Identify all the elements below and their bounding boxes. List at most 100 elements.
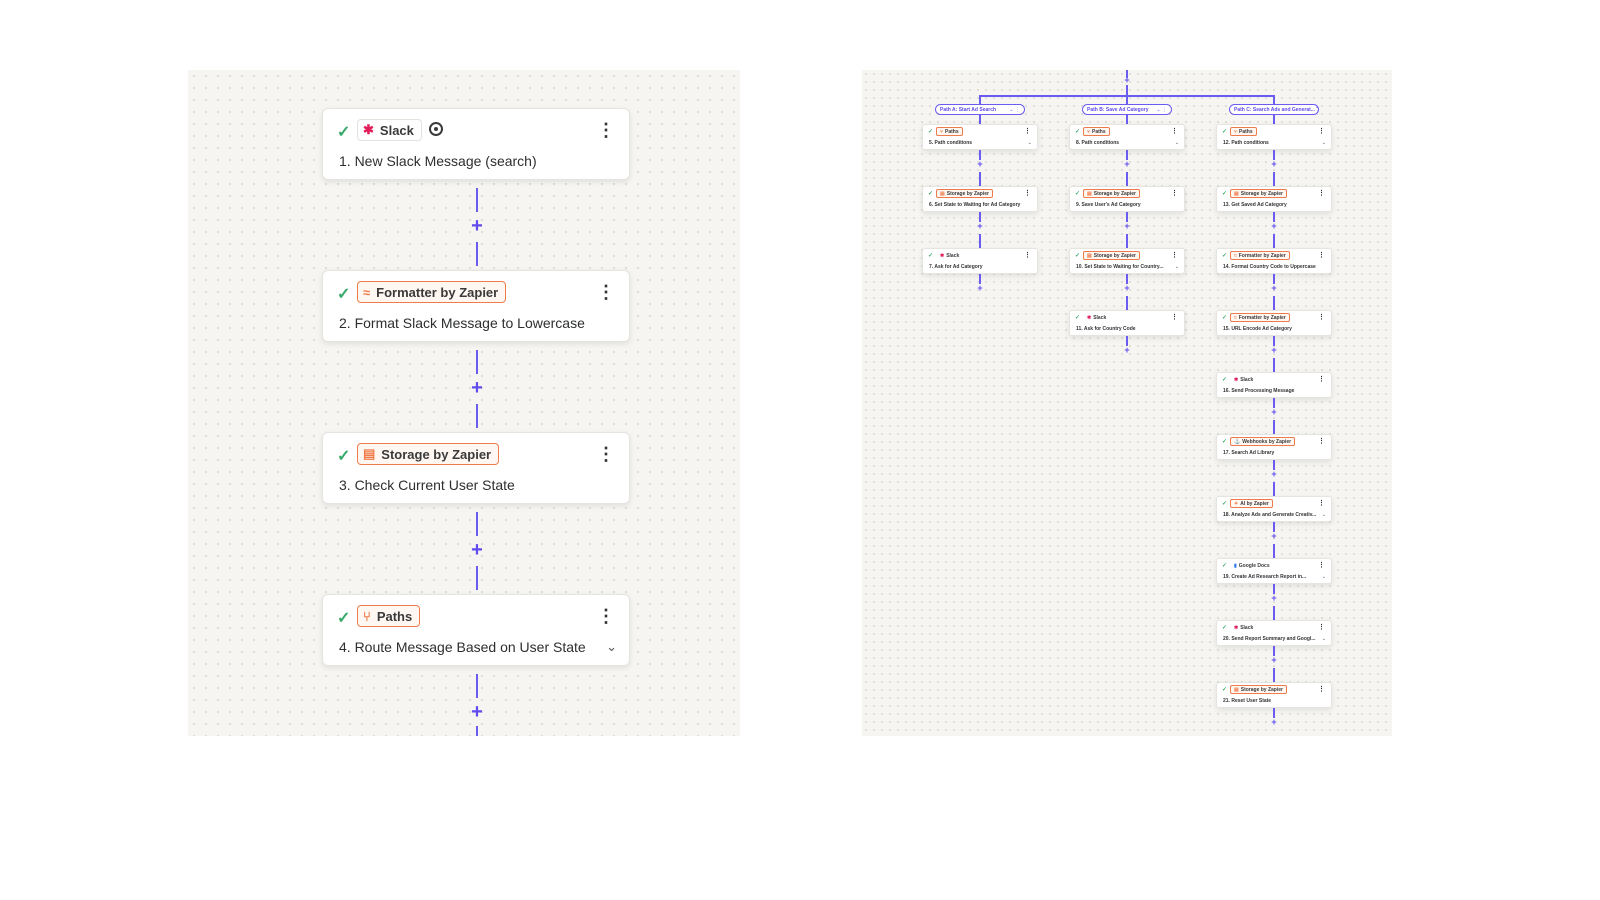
step-menu-button[interactable]: ⋮ [1318,314,1325,321]
step-card-15-url-encode-ad-category[interactable]: ✓ ≈ Formatter by Zapier ⋮ 15. URL Encode Ad … [1216,310,1332,336]
step-menu-button[interactable]: ⋮ [1318,252,1325,259]
app-name: Slack [1240,376,1254,383]
step-card-5-path-conditions[interactable]: ✓ ⑂ Paths ⋮ 5. Path conditions ⌄ [922,124,1038,150]
path-pill-controls[interactable]: ⌄ ⋮ [1009,107,1020,113]
chevron-down-icon[interactable]: ⌄ [606,639,617,655]
step-title: 19. Create Ad Research Report in... [1223,574,1307,580]
add-step-button[interactable]: + [1122,346,1132,355]
connector-line [1126,95,1128,104]
step-card-8-path-conditions[interactable]: ✓ ⑂ Paths ⋮ 8. Path conditions ⌄ [1069,124,1185,150]
connector-line [1273,420,1275,434]
chevron-down-icon[interactable]: ⌄ [1175,140,1179,146]
step-title: 12. Path conditions [1223,140,1269,146]
trigger-icon[interactable] [429,122,443,136]
step-menu-button[interactable]: ⋮ [1318,500,1325,507]
chevron-down-icon[interactable]: ⌄ [1175,264,1179,270]
step-card-6-set-state-to-waiting-for-ad-category[interactable]: ✓ ▤ Storage by Zapier ⋮ 6. Set State to Wait… [922,186,1038,212]
step-menu-button[interactable]: ⋮ [1171,252,1178,259]
step-menu-button[interactable]: ⋮ [1318,438,1325,445]
step-menu-button[interactable]: ⋮ [1318,376,1325,383]
add-step-button[interactable]: + [466,216,488,236]
connector-line [1273,95,1275,104]
chevron-down-icon[interactable]: ⌄ [1322,574,1326,580]
add-step-button[interactable]: + [1269,470,1279,479]
add-step-button[interactable]: + [1122,284,1132,293]
step-card-7-ask-for-ad-category[interactable]: ✓ ✱ Slack ⋮ 7. Ask for Ad Category [922,248,1038,274]
add-step-button[interactable]: + [975,160,985,169]
add-step-button[interactable]: + [1269,532,1279,541]
step-menu-button[interactable]: ⋮ [597,445,615,463]
check-icon: ✓ [337,286,351,303]
step-menu-button[interactable]: ⋮ [1024,252,1031,259]
app-badge-ai-by-zapier: ✦ AI by Zapier [1230,499,1273,508]
step-card-1[interactable]: ✓ ✱ Slack ⋮ 1. New Slack Message (search… [322,108,630,180]
path-pill-controls[interactable]: ⌄ ⋮ [1156,107,1167,113]
add-step-button[interactable]: + [975,222,985,231]
step-menu-button[interactable]: ⋮ [1318,128,1325,135]
step-menu-button[interactable]: ⋮ [1318,624,1325,631]
path-pill-controls[interactable]: ⌄ ⋮ [1315,104,1320,116]
app-name: Paths [1092,128,1106,135]
step-card-20-send-report-summary-and-googl[interactable]: ✓ ✱ Slack ⋮ 20. Send Report Summary and Goog… [1216,620,1332,646]
connector-line [1126,234,1128,248]
chevron-down-icon[interactable]: ⌄ [1322,512,1326,518]
add-step-button[interactable]: + [1269,594,1279,603]
zoomed-workflow-canvas[interactable]: + + + + ✓ ✱ Slack ⋮ 1. New Slack Message… [188,70,740,736]
add-step-button[interactable]: + [466,378,488,398]
step-card-21-reset-user-state[interactable]: ✓ ▤ Storage by Zapier ⋮ 21. Reset User State [1216,682,1332,708]
add-step-button[interactable]: + [1269,656,1279,665]
step-card-13-get-saved-ad-category[interactable]: ✓ ▤ Storage by Zapier ⋮ 13. Get Saved Ad Cat… [1216,186,1332,212]
chevron-down-icon[interactable]: ⌄ [1322,140,1326,146]
add-step-button[interactable]: + [1122,76,1132,85]
add-step-button[interactable]: + [1122,160,1132,169]
step-card-14-format-country-code-to-uppercase[interactable]: ✓ ≈ Formatter by Zapier ⋮ 14. Format Country… [1216,248,1332,274]
check-icon: ✓ [1222,563,1228,569]
step-menu-button[interactable]: ⋮ [1024,190,1031,197]
step-card-12-path-conditions[interactable]: ✓ ⑂ Paths ⋮ 12. Path conditions ⌄ [1216,124,1332,150]
path-pill-3[interactable]: Path C: Search Ads and Generat... ⌄ ⋮ [1229,104,1320,116]
check-icon: ✓ [928,253,934,259]
add-step-button[interactable]: + [1269,408,1279,417]
step-menu-button[interactable]: ⋮ [1318,562,1325,569]
step-menu-button[interactable]: ⋮ [1318,686,1325,693]
step-card-4[interactable]: ✓ ⑂ Paths ⋮ 4. Route Message Based on Us… [322,594,630,666]
connector-line [1273,172,1275,186]
add-step-button[interactable]: + [1122,222,1132,231]
step-card-16-send-processing-message[interactable]: ✓ ✱ Slack ⋮ 16. Send Processing Message [1216,372,1332,398]
add-step-button[interactable]: + [1269,284,1279,293]
step-card-10-set-state-to-waiting-for-country[interactable]: ✓ ▤ Storage by Zapier ⋮ 10. Set State to Wai… [1069,248,1185,274]
step-card-2[interactable]: ✓ ≈ Formatter by Zapier ⋮ 2. Format Slac… [322,270,630,342]
app-badge-storage: ▤ Storage by Zapier [357,443,500,465]
step-menu-button[interactable]: ⋮ [1171,314,1178,321]
add-step-button[interactable]: + [1269,346,1279,355]
step-menu-button[interactable]: ⋮ [597,283,615,301]
step-card-9-save-user-s-ad-category[interactable]: ✓ ▤ Storage by Zapier ⋮ 9. Save User's Ad Ca… [1069,186,1185,212]
chevron-down-icon[interactable]: ⌄ [1028,140,1032,146]
step-card-3[interactable]: ✓ ▤ Storage by Zapier ⋮ 3. Check Current… [322,432,630,504]
app-name: Slack [379,122,414,138]
overview-workflow-canvas[interactable]: + Path A: Start Ad Search ⌄ ⋮ ✓ ⑂ Paths ⋮ 5. Pa… [862,70,1392,736]
add-step-button[interactable]: + [1269,718,1279,727]
step-card-17-search-ad-library[interactable]: ✓ ⚓ Webhooks by Zapier ⋮ 17. Search Ad Libra… [1216,434,1332,460]
step-menu-button[interactable]: ⋮ [597,607,615,625]
check-icon: ✓ [1222,687,1228,693]
app-badge-paths: ⑂ Paths [1230,127,1257,136]
add-step-button[interactable]: + [1269,222,1279,231]
step-menu-button[interactable]: ⋮ [1171,128,1178,135]
add-step-button[interactable]: + [1269,160,1279,169]
connector-line [476,512,478,536]
step-card-11-ask-for-country-code[interactable]: ✓ ✱ Slack ⋮ 11. Ask for Country Code [1069,310,1185,336]
add-step-button[interactable]: + [975,284,985,293]
step-menu-button[interactable]: ⋮ [1171,190,1178,197]
step-card-18-analyze-ads-and-generate-creativ[interactable]: ✓ ✦ AI by Zapier ⋮ 18. Analyze Ads and Gener… [1216,496,1332,522]
chevron-down-icon[interactable]: ⌄ [1322,636,1326,642]
check-icon: ✓ [337,448,351,465]
add-step-button[interactable]: + [466,702,488,722]
step-menu-button[interactable]: ⋮ [597,121,615,139]
step-menu-button[interactable]: ⋮ [1024,128,1031,135]
step-card-19-create-ad-research-report-in[interactable]: ✓ ▮ Google Docs ⋮ 19. Create Ad Research Rep… [1216,558,1332,584]
step-menu-button[interactable]: ⋮ [1318,190,1325,197]
path-pill-1[interactable]: Path A: Start Ad Search ⌄ ⋮ [935,104,1025,115]
path-pill-2[interactable]: Path B: Save Ad Category ⌄ ⋮ [1082,104,1172,115]
add-step-button[interactable]: + [466,540,488,560]
